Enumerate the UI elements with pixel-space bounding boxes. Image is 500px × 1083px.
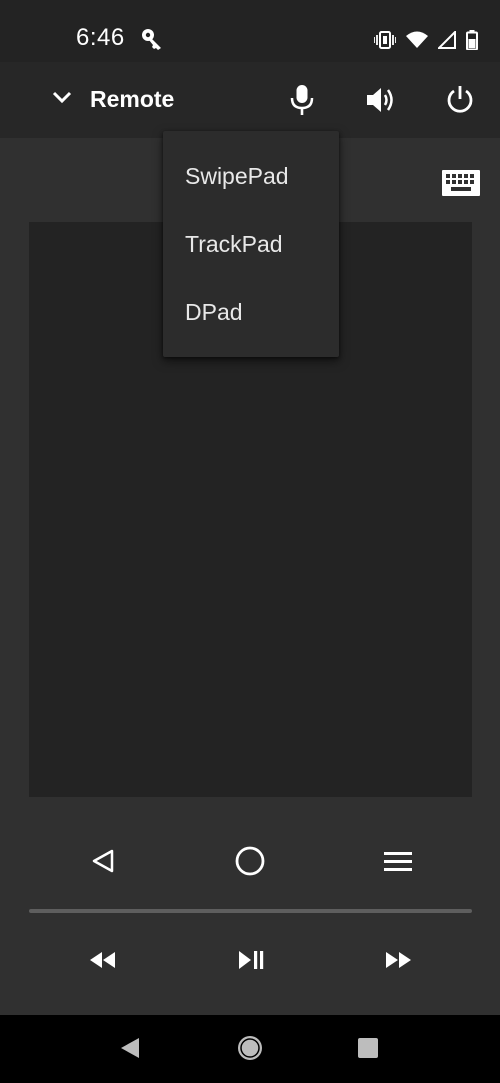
system-back-icon bbox=[119, 1037, 141, 1064]
keyboard-icon bbox=[442, 170, 480, 200]
signal-icon bbox=[436, 29, 456, 54]
app-bar: Remote bbox=[0, 62, 500, 138]
vibrate-icon bbox=[373, 31, 397, 54]
back-button[interactable] bbox=[85, 845, 121, 881]
divider bbox=[29, 909, 472, 913]
menu-item-swipepad[interactable]: SwipePad bbox=[163, 142, 339, 210]
menu-item-dpad[interactable]: DPad bbox=[163, 278, 339, 346]
system-home-button[interactable] bbox=[235, 1035, 265, 1065]
status-time: 6:46 bbox=[76, 24, 125, 51]
system-home-icon bbox=[236, 1034, 264, 1067]
mode-dropdown[interactable]: Remote bbox=[52, 86, 174, 113]
microphone-icon bbox=[290, 84, 314, 121]
menu-item-trackpad[interactable]: TrackPad bbox=[163, 210, 339, 278]
status-icons bbox=[373, 29, 478, 55]
fast-forward-button[interactable] bbox=[381, 948, 417, 976]
power-button[interactable] bbox=[442, 84, 478, 120]
keyboard-button[interactable] bbox=[442, 170, 480, 196]
system-back-button[interactable] bbox=[115, 1035, 145, 1065]
power-icon bbox=[446, 85, 474, 120]
key-icon bbox=[141, 28, 165, 55]
back-icon bbox=[90, 848, 116, 879]
chevron-down-icon bbox=[52, 90, 72, 109]
rewind-icon bbox=[88, 951, 116, 974]
volume-button[interactable] bbox=[362, 84, 398, 120]
status-bar: 6:46 bbox=[0, 0, 500, 62]
rewind-button[interactable] bbox=[84, 948, 120, 976]
microphone-button[interactable] bbox=[284, 84, 320, 120]
battery-icon bbox=[466, 30, 478, 55]
mode-menu: SwipePad TrackPad DPad bbox=[163, 131, 339, 357]
fast-forward-icon bbox=[385, 951, 413, 974]
menu-button[interactable] bbox=[380, 845, 416, 881]
system-recents-button[interactable] bbox=[353, 1035, 383, 1065]
system-navigation-bar bbox=[0, 1015, 500, 1083]
home-icon bbox=[234, 845, 266, 882]
wifi-icon bbox=[406, 31, 428, 54]
menu-icon bbox=[384, 850, 412, 877]
app-title: Remote bbox=[90, 86, 175, 112]
play-pause-icon bbox=[237, 950, 265, 975]
system-recents-icon bbox=[357, 1037, 379, 1064]
home-button[interactable] bbox=[232, 845, 268, 881]
volume-icon bbox=[365, 86, 395, 119]
play-pause-button[interactable] bbox=[233, 948, 269, 976]
